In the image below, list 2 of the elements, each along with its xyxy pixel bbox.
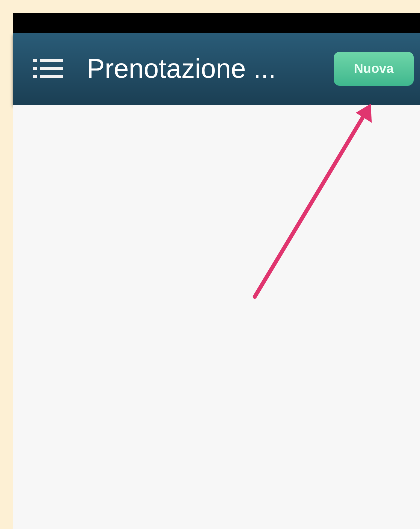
header-title: Prenotazione ...	[87, 52, 276, 86]
new-button[interactable]: Nuova	[334, 52, 414, 86]
